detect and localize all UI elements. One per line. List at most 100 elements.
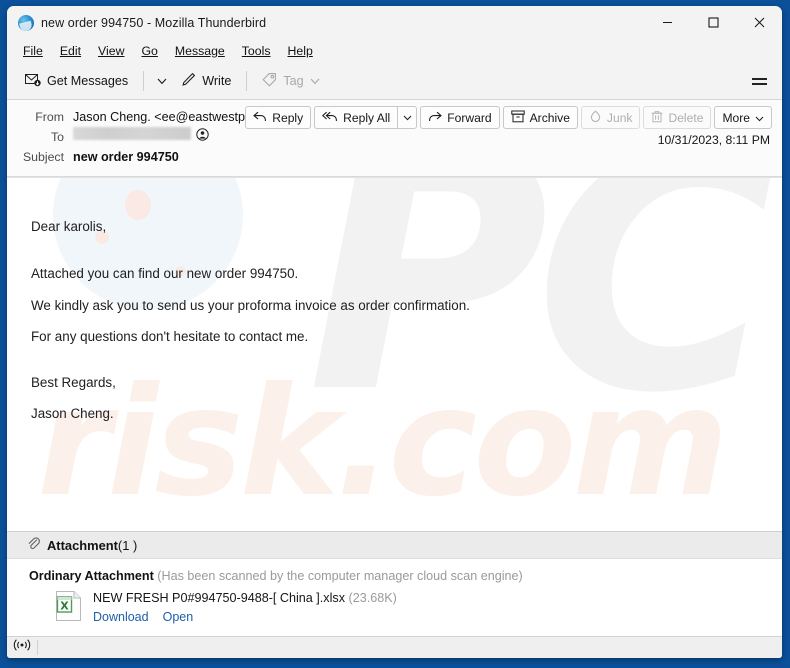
close-icon[interactable] — [736, 6, 782, 39]
archive-label: Archive — [529, 110, 570, 125]
subject-value: new order 994750 — [73, 150, 179, 164]
menu-edit[interactable]: Edit — [52, 42, 89, 61]
subject-row: Subject new order 994750 — [17, 147, 772, 167]
junk-button[interactable]: Junk — [580, 106, 641, 129]
reply-all-icon — [322, 111, 338, 125]
title-bar: new order 994750 - Mozilla Thunderbird — [7, 6, 782, 39]
attachment-count: (1 ) — [117, 537, 138, 553]
thunderbird-window: new order 994750 - Mozilla Thunderbird F… — [7, 6, 782, 658]
message-header: From Jason Cheng. <ee@eastwestpay.ru> To — [7, 100, 782, 177]
hamburger-line-2 — [751, 82, 767, 85]
menu-bar: File Edit View Go Message Tools Help — [7, 39, 782, 63]
message-date: 10/31/2023, 8:11 PM — [657, 133, 770, 147]
menu-message[interactable]: Message — [167, 42, 233, 61]
pencil-icon — [181, 72, 196, 90]
body-paragraph-3: We kindly ask you to send us your profor… — [31, 297, 470, 313]
window-frame: new order 994750 - Mozilla Thunderbird F… — [0, 0, 790, 668]
thunderbird-icon — [18, 14, 34, 31]
get-messages-dropdown[interactable] — [151, 68, 173, 94]
reply-icon — [253, 111, 267, 125]
get-messages-label: Get Messages — [47, 74, 129, 88]
more-dropdown-icon — [755, 111, 764, 125]
status-separator — [37, 640, 38, 655]
attachment-links: Download Open — [93, 610, 397, 624]
menu-help[interactable]: Help — [280, 42, 321, 61]
toolbar-separator-1 — [143, 71, 145, 91]
toolbar-separator-2 — [246, 71, 248, 91]
get-messages-button[interactable]: Get Messages — [17, 68, 136, 94]
main-toolbar: Get Messages Write Tag — [7, 63, 782, 100]
trash-icon — [651, 110, 663, 126]
write-label: Write — [202, 74, 232, 88]
delete-label: Delete — [668, 110, 704, 125]
attachment-scan-line: Ordinary Attachment (Has been scanned by… — [29, 569, 768, 583]
minimize-icon[interactable] — [644, 6, 690, 39]
menu-tools-label: Tools — [241, 43, 271, 58]
tag-label: Tag — [283, 74, 304, 88]
menu-go[interactable]: Go — [133, 42, 165, 61]
svg-text:X: X — [60, 600, 69, 613]
message-actions: Reply Reply All Forward Archive Junk Del… — [245, 106, 772, 129]
write-button[interactable]: Write — [173, 68, 239, 94]
menu-file-label: File — [23, 43, 43, 58]
menu-message-label: Message — [174, 43, 225, 58]
attachment-body: Ordinary Attachment (Has been scanned by… — [7, 559, 782, 636]
body-paragraph-1: Dear karolis, — [31, 219, 107, 234]
message-body: PC risk.com Dear karolis, Attached you c… — [7, 177, 782, 531]
app-menu-icon[interactable] — [744, 68, 774, 94]
forward-icon — [428, 111, 443, 125]
tag-dropdown-icon[interactable] — [310, 74, 320, 88]
title-bar-left: new order 994750 - Mozilla Thunderbird — [7, 14, 644, 31]
archive-icon — [510, 110, 525, 126]
reply-all-dropdown[interactable] — [397, 106, 418, 129]
attachment-scan-note: (Has been scanned by the computer manage… — [157, 569, 523, 583]
archive-button[interactable]: Archive — [502, 106, 578, 129]
menu-edit-label: Edit — [59, 43, 82, 58]
get-messages-icon — [25, 73, 41, 90]
excel-file-icon: X — [55, 590, 83, 622]
attachment-file-row: X NEW FRESH P0#994750-9488-[ China ].xls… — [29, 590, 768, 624]
attachment-bar-label: Attachment(1 ) — [47, 538, 137, 553]
junk-icon — [589, 109, 602, 126]
body-paragraph-2: Attached you can find our new order 9947… — [31, 266, 299, 282]
body-paragraph-6: Jason Cheng. — [31, 406, 114, 422]
menu-view-label: View — [98, 43, 125, 58]
more-label: More — [722, 110, 750, 125]
forward-button[interactable]: Forward — [420, 106, 500, 129]
menu-view[interactable]: View — [90, 42, 132, 61]
window-title: new order 994750 - Mozilla Thunderbird — [41, 15, 267, 30]
attachment-file-name-row[interactable]: NEW FRESH P0#994750-9488-[ China ].xlsx … — [93, 591, 397, 605]
attachment-pane: Attachment(1 ) Ordinary Attachment (Has … — [7, 531, 782, 636]
more-button[interactable]: More — [714, 106, 772, 129]
menu-go-label: Go — [141, 43, 158, 58]
tag-button[interactable]: Tag — [254, 68, 327, 94]
window-controls — [644, 6, 782, 39]
download-link[interactable]: Download — [93, 610, 149, 624]
subject-label: Subject — [22, 150, 64, 164]
to-recipient-redacted[interactable] — [73, 127, 191, 140]
delete-button[interactable]: Delete — [643, 106, 712, 129]
reply-button[interactable]: Reply — [245, 106, 312, 129]
paperclip-icon — [27, 536, 40, 555]
attachment-bar[interactable]: Attachment(1 ) — [7, 532, 782, 559]
reply-all-label: Reply All — [343, 110, 391, 125]
maximize-icon[interactable] — [690, 6, 736, 39]
reply-label: Reply — [272, 110, 304, 125]
status-bar — [7, 636, 782, 658]
online-status-icon[interactable] — [13, 638, 31, 657]
forward-label: Forward — [447, 110, 492, 125]
menu-help-label: Help — [287, 43, 313, 58]
open-link[interactable]: Open — [163, 610, 194, 624]
to-contact-icon[interactable] — [196, 127, 209, 141]
attachment-title: Attachment — [47, 537, 118, 553]
menu-file[interactable]: File — [15, 42, 51, 61]
menu-tools[interactable]: Tools — [234, 42, 279, 61]
attachment-file-name: NEW FRESH P0#994750-9488-[ China ].xlsx — [93, 591, 345, 605]
reply-all-button[interactable]: Reply All — [314, 106, 398, 129]
body-paragraph-4: For any questions don't hesitate to cont… — [31, 329, 309, 345]
junk-label: Junk — [606, 110, 633, 125]
body-paragraph-5: Best Regards, — [31, 374, 116, 390]
attachment-file-info: NEW FRESH P0#994750-9488-[ China ].xlsx … — [93, 590, 397, 624]
attachment-kind-label: Ordinary Attachment — [29, 569, 154, 583]
to-value-group — [73, 127, 209, 141]
